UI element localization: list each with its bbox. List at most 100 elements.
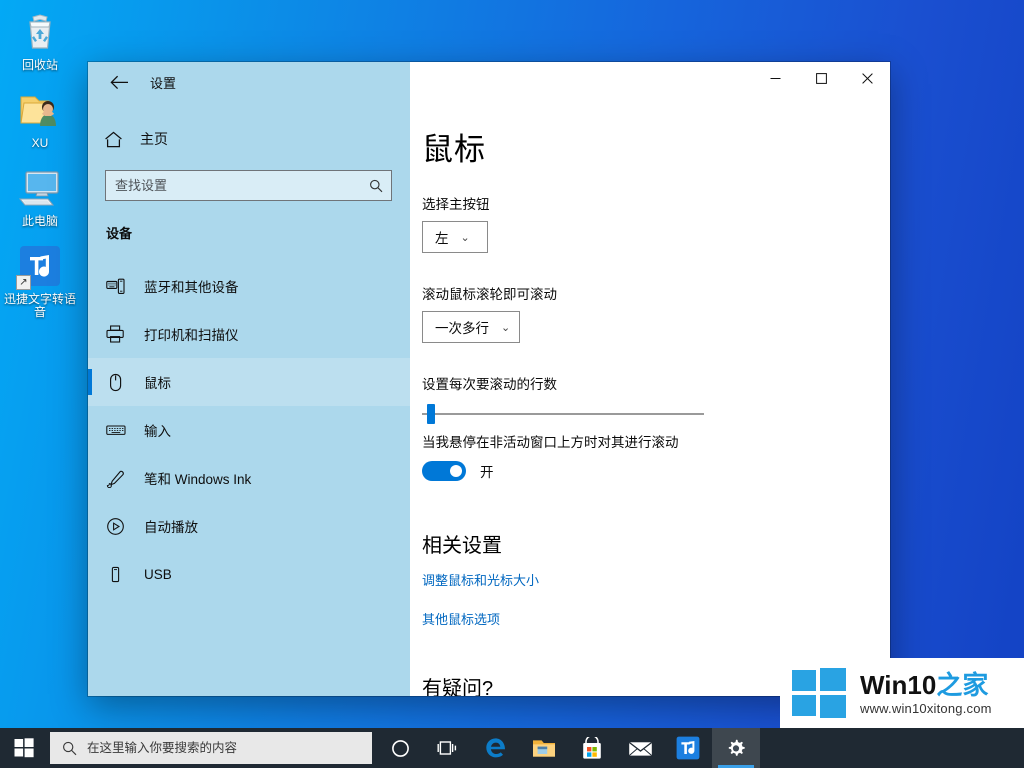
window-body: 设置 主页 查找设置 设备 蓝牙和其他设备 打印机和扫描仪 鼠标 输入 笔和 W… bbox=[88, 62, 890, 696]
close-button[interactable] bbox=[844, 62, 890, 94]
link-adjust-mouse-cursor-size[interactable]: 调整鼠标和光标大小 bbox=[422, 570, 539, 589]
sidebar-item-label: 主页 bbox=[140, 131, 168, 147]
cortana-icon bbox=[391, 739, 409, 757]
toggle-state-label: 开 bbox=[480, 465, 494, 480]
desktop-icon-text-to-speech[interactable]: ↗ 迅捷文字转语音 bbox=[0, 242, 80, 319]
settings-window[interactable]: 设置 主页 查找设置 设备 蓝牙和其他设备 打印机和扫描仪 鼠标 输入 笔和 W… bbox=[88, 62, 890, 696]
windows-start-icon bbox=[14, 738, 34, 758]
settings-button[interactable] bbox=[712, 728, 760, 768]
sidebar-item-bluetooth[interactable]: 蓝牙和其他设备 bbox=[88, 262, 410, 310]
sidebar-item-typing[interactable]: 输入 bbox=[88, 406, 410, 454]
primary-button-dropdown[interactable]: 左 ⌄ bbox=[422, 221, 488, 253]
chevron-down-icon: ⌄ bbox=[501, 321, 511, 334]
settings-gear-icon bbox=[728, 739, 745, 756]
search-input[interactable] bbox=[115, 178, 367, 193]
edge-browser-icon bbox=[486, 738, 505, 758]
search-icon bbox=[62, 741, 77, 756]
desktop-icon-list: 回收站 XU 此电脑 ↗ 迅捷文字转语音 bbox=[0, 8, 80, 333]
settings-content: 鼠标 选择主按钮 左 ⌄ 滚动鼠标滚轮即可滚动 一次多行 ⌄ 设置每次要滚动的行… bbox=[410, 102, 890, 696]
desktop-icon-label: 迅捷文字转语音 bbox=[3, 292, 76, 319]
settings-search-box[interactable] bbox=[105, 170, 392, 201]
sidebar-item-usb[interactable]: USB bbox=[88, 550, 410, 598]
microsoft-store-button[interactable] bbox=[568, 728, 616, 768]
nav-group-title: 设备 bbox=[106, 226, 133, 241]
mail-button[interactable] bbox=[616, 728, 664, 768]
desktop-icon-user-folder[interactable]: XU bbox=[0, 86, 80, 150]
sidebar-item-label: 自动播放 bbox=[144, 520, 198, 535]
watermark-brand-cn: 之家 bbox=[936, 669, 989, 700]
sidebar-item-label: 笔和 Windows Ink bbox=[144, 472, 252, 487]
maximize-button[interactable] bbox=[798, 62, 844, 94]
watermark-brand-en: Win10 bbox=[860, 669, 937, 700]
printer-icon bbox=[106, 325, 136, 343]
page-title: 鼠标 bbox=[422, 132, 486, 167]
window-title: 设置 bbox=[150, 75, 177, 91]
recycle-bin-icon bbox=[16, 8, 64, 56]
keyboard-icon bbox=[106, 423, 136, 437]
start-button[interactable] bbox=[0, 728, 48, 768]
sidebar-item-label: 输入 bbox=[144, 424, 171, 439]
taskbar-icon-list bbox=[376, 728, 760, 768]
inactive-scroll-label: 当我悬停在非活动窗口上方时对其进行滚动 bbox=[422, 435, 679, 450]
sidebar-item-label: USB bbox=[144, 566, 172, 582]
text-to-speech-app-icon: ↗ bbox=[16, 242, 64, 290]
windows-logo-icon bbox=[792, 668, 846, 718]
home-icon bbox=[104, 131, 134, 148]
back-arrow-icon bbox=[109, 75, 128, 89]
taskbar bbox=[0, 728, 1024, 768]
taskbar-search-box[interactable] bbox=[50, 732, 372, 764]
shortcut-overlay-icon: ↗ bbox=[16, 275, 31, 290]
desktop-icon-label: XU bbox=[31, 136, 49, 150]
watermark-text: Win10之家 www.win10xitong.com bbox=[860, 671, 992, 716]
chevron-down-icon: ⌄ bbox=[460, 231, 470, 244]
primary-button-value: 左 bbox=[435, 231, 449, 246]
minimize-button[interactable] bbox=[752, 62, 798, 94]
file-explorer-button[interactable] bbox=[520, 728, 568, 768]
content-pane: 鼠标 选择主按钮 左 ⌄ 滚动鼠标滚轮即可滚动 一次多行 ⌄ 设置每次要滚动的行… bbox=[410, 62, 890, 696]
text-to-speech-app-icon bbox=[676, 736, 700, 760]
scroll-wheel-dropdown[interactable]: 一次多行 ⌄ bbox=[422, 311, 521, 343]
desktop-icon-recycle-bin[interactable]: 回收站 bbox=[0, 8, 80, 72]
sidebar-item-pen-windows-ink[interactable]: 笔和 Windows Ink bbox=[88, 454, 410, 502]
edge-browser-button[interactable] bbox=[472, 728, 520, 768]
scroll-wheel-label: 滚动鼠标滚轮即可滚动 bbox=[422, 287, 557, 302]
desktop[interactable]: 回收站 XU 此电脑 ↗ 迅捷文字转语音 设置 主页 查找设置 设备 蓝牙和其他… bbox=[0, 0, 1024, 768]
mail-icon bbox=[628, 741, 652, 756]
desktop-icon-this-pc[interactable]: 此电脑 bbox=[0, 164, 80, 228]
primary-button-label: 选择主按钮 bbox=[422, 197, 490, 212]
slider-track bbox=[422, 413, 704, 415]
inactive-scroll-toggle[interactable] bbox=[422, 461, 466, 481]
sidebar-item-label: 鼠标 bbox=[144, 376, 171, 391]
search-icon[interactable] bbox=[367, 179, 385, 193]
watermark-url: www.win10xitong.com bbox=[860, 700, 992, 716]
mouse-icon bbox=[106, 373, 136, 392]
link-other-mouse-options[interactable]: 其他鼠标选项 bbox=[422, 609, 500, 628]
cortana-button[interactable] bbox=[376, 728, 424, 768]
sidebar-item-autoplay[interactable]: 自动播放 bbox=[88, 502, 410, 550]
slider-thumb[interactable] bbox=[427, 404, 435, 424]
taskbar-search-input[interactable] bbox=[87, 741, 364, 755]
window-titlebar: 设置 bbox=[88, 62, 410, 102]
desktop-icon-label: 回收站 bbox=[21, 58, 58, 72]
bluetooth-devices-icon bbox=[106, 278, 136, 295]
task-view-button[interactable] bbox=[424, 728, 472, 768]
site-watermark: Win10之家 www.win10xitong.com bbox=[780, 658, 1024, 728]
sidebar-item-label: 蓝牙和其他设备 bbox=[144, 280, 239, 295]
desktop-icon-label: 此电脑 bbox=[21, 214, 58, 228]
lines-to-scroll-label: 设置每次要滚动的行数 bbox=[422, 377, 557, 392]
user-folder-icon bbox=[16, 86, 64, 134]
text-to-speech-app-button[interactable] bbox=[664, 728, 712, 768]
scroll-wheel-value: 一次多行 bbox=[435, 321, 489, 336]
back-button[interactable] bbox=[102, 67, 136, 97]
file-explorer-icon bbox=[532, 739, 555, 757]
related-settings-heading: 相关设置 bbox=[422, 535, 502, 557]
microsoft-store-icon bbox=[583, 736, 601, 759]
sidebar-item-home[interactable]: 主页 bbox=[88, 120, 410, 158]
watermark-brand: Win10之家 bbox=[860, 671, 992, 699]
navigation-pane: 设置 主页 查找设置 设备 蓝牙和其他设备 打印机和扫描仪 鼠标 输入 笔和 W… bbox=[88, 62, 410, 696]
toggle-knob bbox=[450, 465, 462, 477]
sidebar-item-printers[interactable]: 打印机和扫描仪 bbox=[88, 310, 410, 358]
sidebar-item-mouse[interactable]: 鼠标 bbox=[88, 358, 410, 406]
lines-to-scroll-slider[interactable] bbox=[422, 401, 704, 427]
window-controls bbox=[410, 62, 890, 102]
